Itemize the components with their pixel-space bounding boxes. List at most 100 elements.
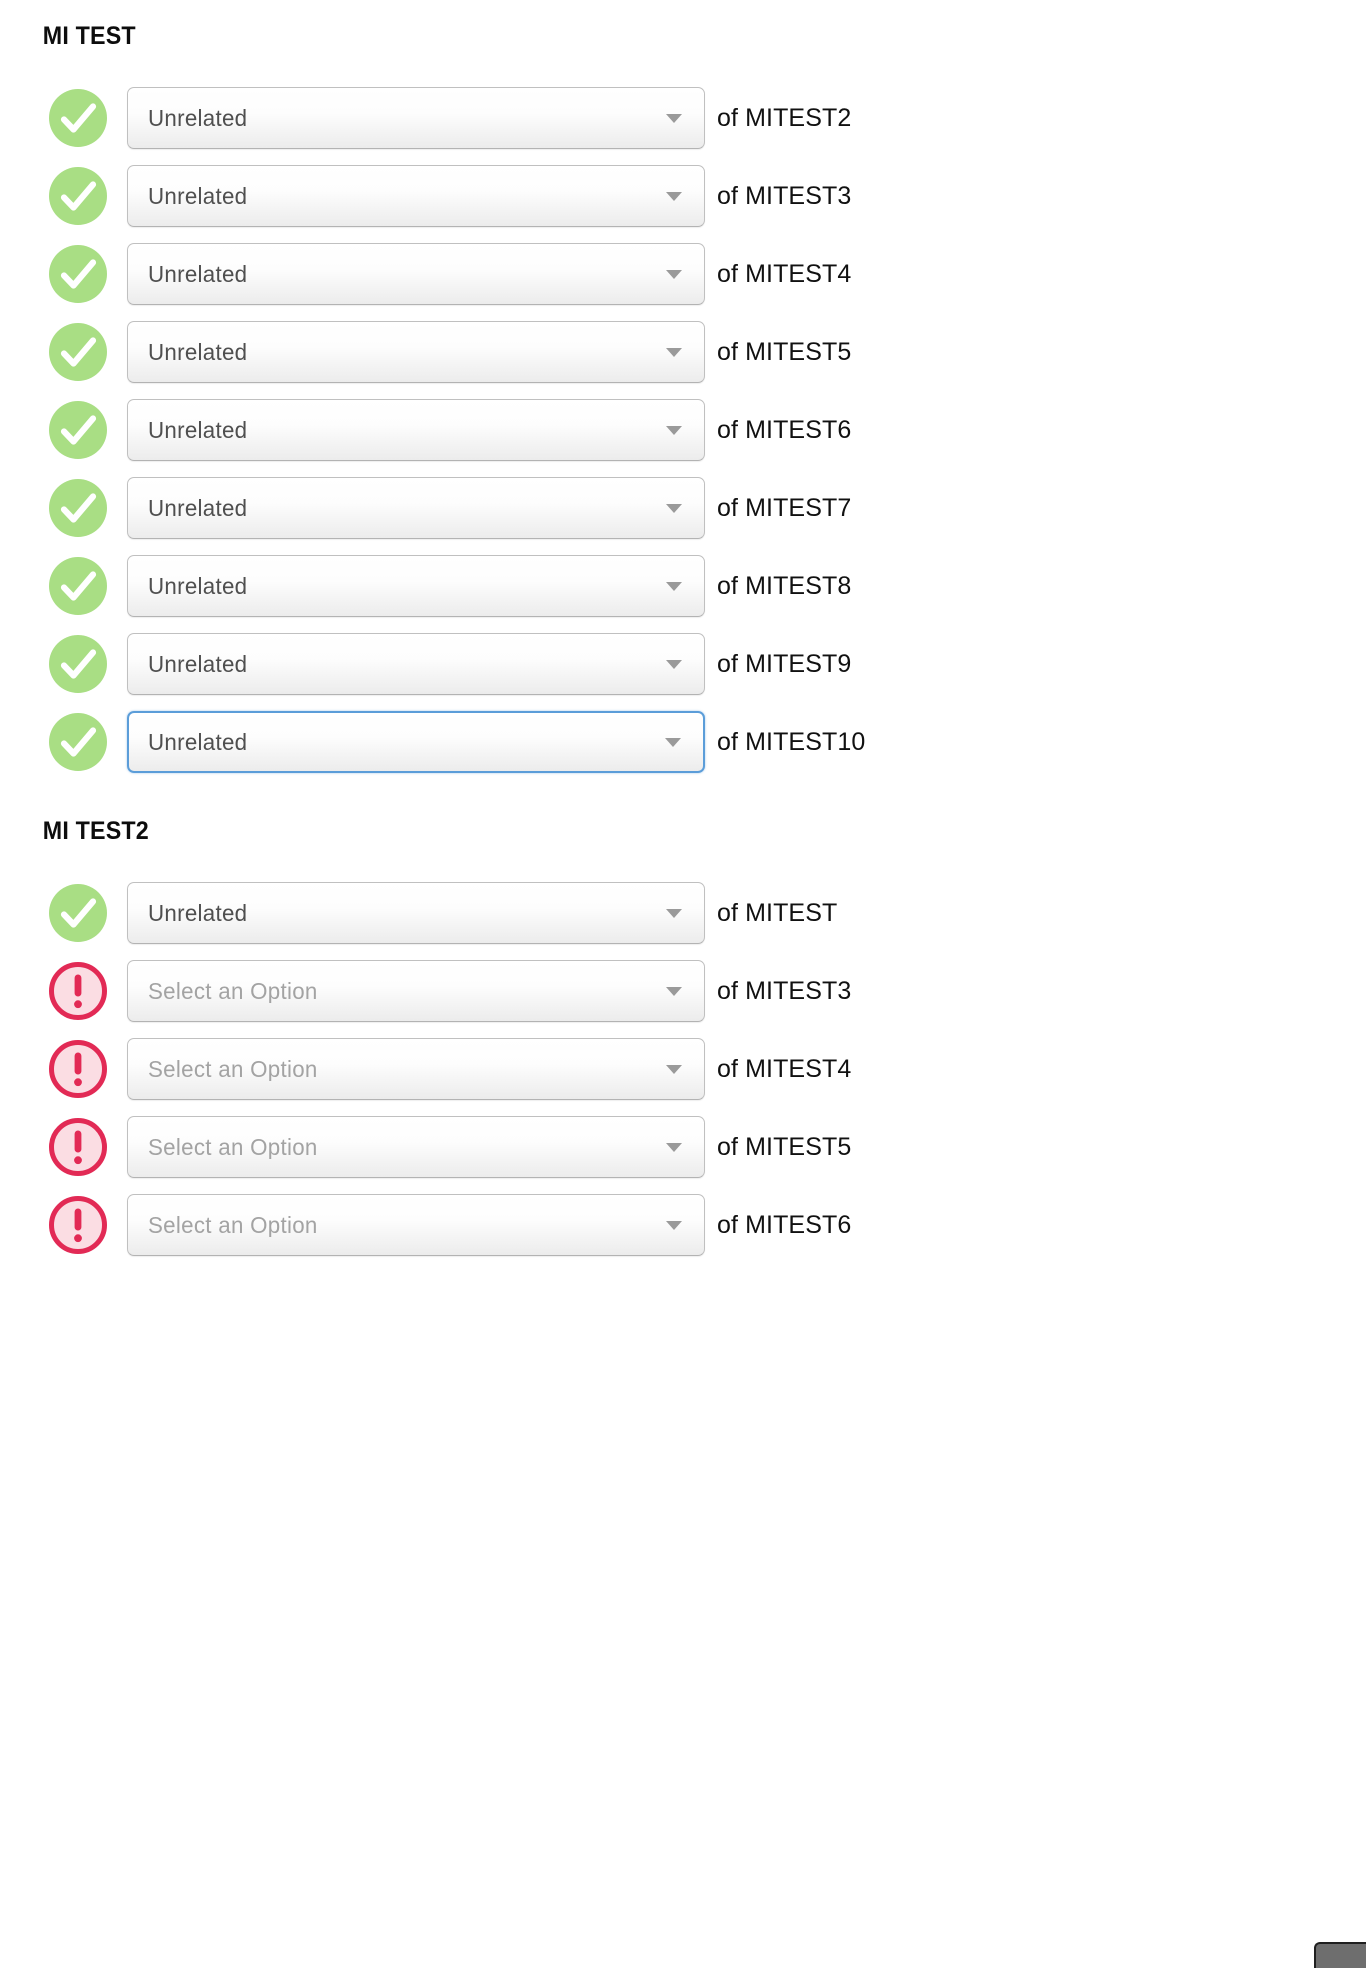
select-box[interactable]: Unrelated [127, 882, 705, 944]
select-box[interactable]: Unrelated [127, 477, 705, 539]
relationship-row: Unrelated of MITEST3 [0, 157, 1366, 235]
select-box[interactable]: Unrelated [127, 555, 705, 617]
error-exclamation-icon [46, 1193, 110, 1257]
error-exclamation-icon [46, 1037, 110, 1101]
select-selected-value: Unrelated [148, 730, 248, 754]
relationship-target-label: of MITEST5 [717, 1132, 852, 1161]
relationship-select[interactable]: Unrelated [127, 399, 705, 461]
select-box[interactable]: Unrelated [127, 321, 705, 383]
valid-check-icon [46, 710, 110, 774]
relationship-target-label: of MITEST4 [717, 259, 852, 288]
relationship-select[interactable]: Unrelated [127, 87, 705, 149]
select-selected-value: Unrelated [148, 574, 248, 598]
valid-check-icon [46, 476, 110, 540]
relationship-select[interactable]: Unrelated [127, 711, 705, 773]
section-mi-test: MI TEST Unrelated of MITEST2 Unrelated of MI… [0, 0, 1366, 781]
relationship-target-label: of MITEST3 [717, 181, 852, 210]
select-selected-value: Unrelated [148, 901, 248, 925]
select-box[interactable]: Unrelated [127, 711, 705, 773]
relationship-row: Unrelated of MITEST8 [0, 547, 1366, 625]
relationship-select[interactable]: Unrelated [127, 477, 705, 539]
chevron-down-icon [666, 909, 682, 918]
valid-check-icon [46, 86, 110, 150]
select-placeholder: Select an Option [148, 1057, 318, 1081]
relationship-select[interactable]: Unrelated [127, 165, 705, 227]
select-selected-value: Unrelated [148, 652, 248, 676]
chevron-down-icon [665, 738, 681, 747]
relationship-select[interactable]: Unrelated [127, 633, 705, 695]
select-placeholder: Select an Option [148, 979, 318, 1003]
relationship-select[interactable]: Select an Option [127, 1116, 705, 1178]
chevron-down-icon [666, 348, 682, 357]
relationship-target-label: of MITEST9 [717, 649, 852, 678]
valid-check-icon [46, 164, 110, 228]
select-selected-value: Unrelated [148, 418, 248, 442]
relationship-target-label: of MITEST [717, 898, 838, 927]
chevron-down-icon [666, 660, 682, 669]
select-placeholder: Select an Option [148, 1213, 318, 1237]
relationship-row: Unrelated of MITEST5 [0, 313, 1366, 391]
chevron-down-icon [666, 504, 682, 513]
relationship-target-label: of MITEST6 [717, 1210, 852, 1239]
select-selected-value: Unrelated [148, 184, 248, 208]
valid-check-icon [46, 320, 110, 384]
relationship-row: Unrelated of MITEST [0, 874, 1366, 952]
select-box[interactable]: Unrelated [127, 87, 705, 149]
relationship-target-label: of MITEST10 [717, 727, 866, 756]
relationship-select[interactable]: Select an Option [127, 1038, 705, 1100]
section-mi-test2: MI TEST2 Unrelated of MITEST Select an Opti… [0, 781, 1366, 1264]
chevron-down-icon [666, 1065, 682, 1074]
relationship-row: Select an Option of MITEST4 [0, 1030, 1366, 1108]
select-box[interactable]: Unrelated [127, 165, 705, 227]
error-exclamation-icon [46, 959, 110, 1023]
select-box[interactable]: Select an Option [127, 1038, 705, 1100]
relationship-row: Select an Option of MITEST3 [0, 952, 1366, 1030]
chevron-down-icon [666, 987, 682, 996]
select-box[interactable]: Unrelated [127, 633, 705, 695]
form-page: MI TEST Unrelated of MITEST2 Unrelated of MI… [0, 0, 1366, 1968]
select-placeholder: Select an Option [148, 1135, 318, 1159]
relationship-target-label: of MITEST5 [717, 337, 852, 366]
relationship-select[interactable]: Select an Option [127, 960, 705, 1022]
valid-check-icon [46, 242, 110, 306]
relationship-target-label: of MITEST4 [717, 1054, 852, 1083]
relationship-select[interactable]: Unrelated [127, 321, 705, 383]
relationship-row: Unrelated of MITEST7 [0, 469, 1366, 547]
valid-check-icon [46, 398, 110, 462]
row-list: Unrelated of MITEST Select an Option of MIT… [0, 874, 1366, 1264]
chevron-down-icon [666, 192, 682, 201]
relationship-target-label: of MITEST2 [717, 103, 852, 132]
relationship-target-label: of MITEST6 [717, 415, 852, 444]
chevron-down-icon [666, 426, 682, 435]
valid-check-icon [46, 554, 110, 618]
error-exclamation-icon [46, 1115, 110, 1179]
relationship-select[interactable]: Unrelated [127, 555, 705, 617]
select-selected-value: Unrelated [148, 106, 248, 130]
relationship-target-label: of MITEST3 [717, 976, 852, 1005]
relationship-row: Unrelated of MITEST9 [0, 625, 1366, 703]
row-list: Unrelated of MITEST2 Unrelated of MITEST3 Un… [0, 79, 1366, 781]
valid-check-icon [46, 881, 110, 945]
select-box[interactable]: Unrelated [127, 399, 705, 461]
chevron-down-icon [666, 1143, 682, 1152]
select-box[interactable]: Select an Option [127, 1194, 705, 1256]
select-box[interactable]: Unrelated [127, 243, 705, 305]
relationship-select[interactable]: Unrelated [127, 882, 705, 944]
chevron-down-icon [666, 1221, 682, 1230]
select-box[interactable]: Select an Option [127, 1116, 705, 1178]
chevron-down-icon [666, 114, 682, 123]
select-box[interactable]: Select an Option [127, 960, 705, 1022]
relationship-select[interactable]: Unrelated [127, 243, 705, 305]
relationship-row: Unrelated of MITEST2 [0, 79, 1366, 157]
section-heading: MI TEST2 [42, 817, 149, 845]
relationship-row: Select an Option of MITEST5 [0, 1108, 1366, 1186]
section-heading: MI TEST [42, 22, 136, 50]
relationship-select[interactable]: Select an Option [127, 1194, 705, 1256]
resize-handle[interactable] [1314, 1942, 1366, 1968]
sections-container: MI TEST Unrelated of MITEST2 Unrelated of MI… [0, 0, 1366, 1264]
relationship-row: Unrelated of MITEST6 [0, 391, 1366, 469]
chevron-down-icon [666, 270, 682, 279]
relationship-row: Unrelated of MITEST10 [0, 703, 1366, 781]
select-selected-value: Unrelated [148, 496, 248, 520]
relationship-target-label: of MITEST7 [717, 493, 852, 522]
